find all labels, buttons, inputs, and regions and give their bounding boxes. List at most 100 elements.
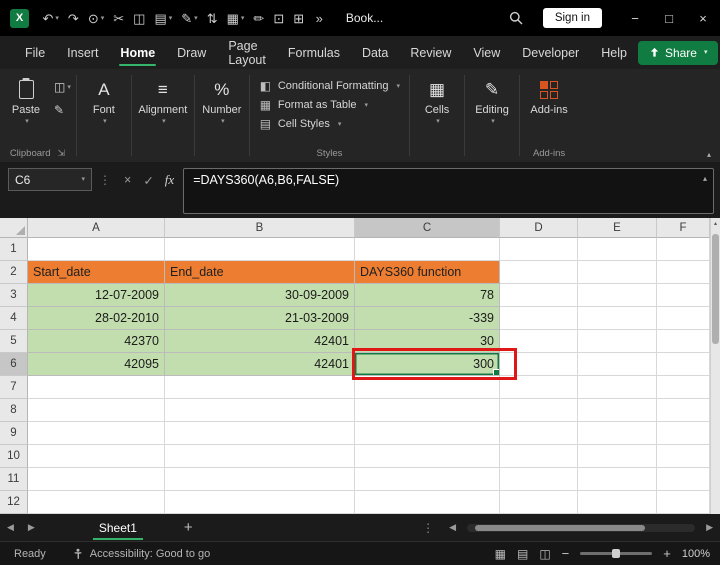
cell-B3[interactable]: 30-09-2009 [165,284,355,307]
name-box[interactable]: C6 ▾ [8,168,92,191]
maximize-button[interactable]: □ [652,0,686,36]
zoom-out-button[interactable]: − [562,546,570,561]
cell[interactable] [657,353,710,376]
zoom-slider[interactable] [580,552,652,555]
insert-function-icon[interactable]: fx [165,172,174,188]
cell[interactable] [355,491,500,514]
table-icon[interactable]: ▦▾ [227,12,245,25]
cell[interactable] [500,468,578,491]
cell[interactable] [657,491,710,514]
cell[interactable] [657,284,710,307]
sheet-options-icon[interactable]: ⋮ [422,521,434,535]
tab-developer[interactable]: Developer [511,36,590,69]
hscroll-left-icon[interactable]: ◀ [449,522,456,533]
copy-icon[interactable]: ◫ [133,12,145,25]
sign-in-button[interactable]: Sign in [543,8,602,28]
cell-A4[interactable]: 28-02-2010 [28,307,165,330]
row-header-1[interactable]: 1 [0,238,28,261]
cell[interactable] [355,399,500,422]
cell-A6[interactable]: 42095 [28,353,165,376]
cell[interactable] [165,422,355,445]
cell[interactable] [500,307,578,330]
cell[interactable] [657,376,710,399]
scroll-up-icon[interactable]: ▴ [711,220,720,227]
zoom-level[interactable]: 100% [682,548,710,560]
cell[interactable] [28,491,165,514]
zoom-in-button[interactable]: + [663,546,671,561]
cell[interactable] [500,238,578,261]
horizontal-scrollbar-thumb[interactable] [475,525,645,531]
copy-button[interactable]: ◫▾ [54,80,71,94]
tab-help[interactable]: Help [590,36,638,69]
tab-home[interactable]: Home [109,36,166,69]
font-button[interactable]: A Font ▾ [78,72,130,145]
cell[interactable] [28,422,165,445]
cell-styles-button[interactable]: ▤ Cell Styles ▾ [259,117,400,131]
cell[interactable] [578,261,657,284]
alignment-button[interactable]: ≡ Alignment ▾ [133,72,193,145]
cell-A2[interactable]: Start_date [28,261,165,284]
row-header-9[interactable]: 9 [0,422,28,445]
accessibility-status[interactable]: Accessibility: Good to go [72,548,210,560]
cell[interactable] [28,238,165,261]
cell-B2[interactable]: End_date [165,261,355,284]
dialog-launcher-icon[interactable]: ⇲ [57,148,65,159]
cancel-icon[interactable]: × [124,173,131,187]
cell[interactable] [657,261,710,284]
cell[interactable] [500,422,578,445]
cell[interactable] [165,376,355,399]
conditional-formatting-button[interactable]: ◧ Conditional Formatting ▾ [259,79,400,93]
add-ins-button[interactable]: Add-ins [521,72,577,145]
tab-insert[interactable]: Insert [56,36,109,69]
tab-page-layout[interactable]: Page Layout [217,36,277,69]
more-commands-icon[interactable]: » [316,11,323,26]
cell-C3[interactable]: 78 [355,284,500,307]
cell[interactable] [578,422,657,445]
cell[interactable] [500,491,578,514]
cell-A5[interactable]: 42370 [28,330,165,353]
cell[interactable] [500,445,578,468]
cell[interactable] [165,491,355,514]
cell[interactable] [355,468,500,491]
cell[interactable] [165,468,355,491]
cell[interactable] [500,261,578,284]
row-header-2[interactable]: 2 [0,261,28,284]
tab-file[interactable]: File [14,36,56,69]
undo-icon[interactable]: ↶▾ [43,12,59,25]
row-header-3[interactable]: 3 [0,284,28,307]
collapse-ribbon-icon[interactable]: ▴ [707,150,711,159]
cell[interactable] [578,491,657,514]
tab-data[interactable]: Data [351,36,399,69]
cell[interactable] [657,422,710,445]
paste-button[interactable]: Paste ▾ [0,72,52,145]
row-header-4[interactable]: 4 [0,307,28,330]
col-header-e[interactable]: E [578,218,657,238]
horizontal-scrollbar[interactable] [467,524,695,532]
cell[interactable] [165,399,355,422]
redo-icon[interactable]: ↷ [68,12,79,25]
col-header-c[interactable]: C [355,218,500,238]
cell[interactable] [657,468,710,491]
tab-view[interactable]: View [462,36,511,69]
cell[interactable] [355,422,500,445]
col-header-b[interactable]: B [165,218,355,238]
cell[interactable] [578,468,657,491]
next-sheet-icon[interactable]: ▶ [28,522,35,533]
col-header-f[interactable]: F [657,218,710,238]
cell-B6[interactable]: 42401 [165,353,355,376]
borders-icon[interactable]: ⊞ [293,12,304,25]
zoom-slider-thumb[interactable] [612,549,620,558]
col-header-d[interactable]: D [500,218,578,238]
cell[interactable] [657,399,710,422]
paste-icon[interactable]: ▤▾ [154,12,172,25]
draw-icon[interactable]: ✏ [253,12,264,25]
minimize-button[interactable]: − [618,0,652,36]
cell-B5[interactable]: 42401 [165,330,355,353]
row-header-10[interactable]: 10 [0,445,28,468]
cell[interactable] [578,445,657,468]
tab-formulas[interactable]: Formulas [277,36,351,69]
cell[interactable] [578,284,657,307]
search-icon[interactable] [509,11,523,25]
cell[interactable] [578,353,657,376]
name-box-resizer[interactable]: ⋮ [99,173,111,187]
